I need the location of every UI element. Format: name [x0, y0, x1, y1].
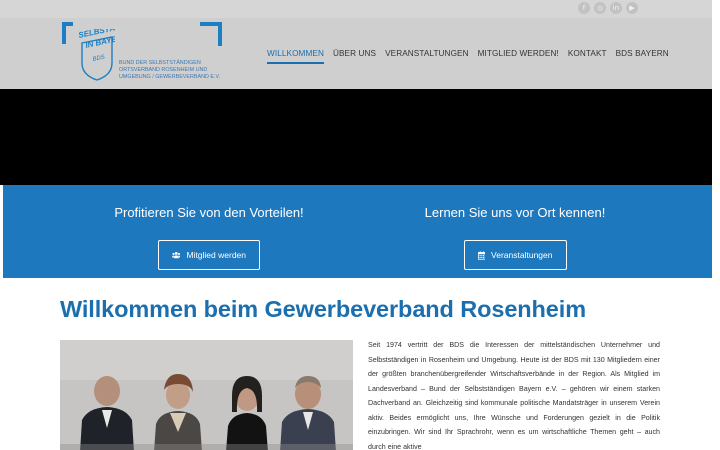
page-title: Willkommen beim Gewerbeverband Rosenheim	[60, 296, 586, 322]
linkedin-icon[interactable]: in	[610, 2, 622, 14]
youtube-icon[interactable]: ▶	[626, 2, 638, 14]
member-button-label: Mitglied werden	[186, 250, 246, 260]
users-icon	[172, 251, 181, 259]
instagram-icon[interactable]: ◎	[594, 2, 606, 14]
nav-item-kontakt[interactable]: KONTAKT	[568, 49, 607, 61]
events-button[interactable]: Veranstaltungen	[463, 240, 567, 270]
team-photo-image	[60, 340, 353, 450]
main-nav: WILLKOMMEN ÜBER UNS VERANSTALTUNGEN MITG…	[267, 49, 669, 64]
logo-bracket-right	[200, 22, 222, 46]
page: f ◎ in ▶ SELBSTÄNDIGE IN BAYERN BDS BUND…	[0, 0, 720, 450]
hero-banner	[0, 89, 712, 185]
site-logo[interactable]: SELBSTÄNDIGE IN BAYERN BDS BUND DER SELB…	[62, 22, 222, 86]
logo-subtitle: BUND DER SELBSTSTÄNDIGEN ORTSVERBAND ROS…	[119, 60, 221, 80]
cta-events-heading: Lernen Sie uns vor Ort kennen!	[424, 205, 606, 220]
nav-item-mitglied-werden[interactable]: MITGLIED WERDEN!	[478, 49, 559, 61]
cta-events: Lernen Sie uns vor Ort kennen! Veranstal…	[362, 205, 668, 270]
site-header: SELBSTÄNDIGE IN BAYERN BDS BUND DER SELB…	[0, 18, 712, 89]
events-button-label: Veranstaltungen	[491, 250, 553, 260]
nav-item-willkommen[interactable]: WILLKOMMEN	[267, 49, 324, 64]
nav-item-veranstaltungen[interactable]: VERANSTALTUNGEN	[385, 49, 469, 61]
member-button[interactable]: Mitglied werden	[158, 240, 260, 270]
nav-item-ueber-uns[interactable]: ÜBER UNS	[333, 49, 376, 61]
cta-band: Profitieren Sie von den Vorteilen! Mitgl…	[3, 185, 712, 278]
facebook-icon[interactable]: f	[578, 2, 590, 14]
intro-text: Seit 1974 vertritt der BDS die Interesse…	[368, 341, 660, 450]
logo-badge: BDS	[92, 55, 105, 63]
logo-bracket-left	[62, 22, 73, 44]
calendar-icon	[477, 250, 486, 260]
top-bar: f ◎ in ▶	[0, 0, 712, 18]
nav-item-bds-bayern[interactable]: BDS BAYERN	[616, 49, 669, 61]
team-photo	[60, 340, 353, 450]
cta-member-heading: Profitieren Sie von den Vorteilen!	[114, 205, 304, 220]
cta-member: Profitieren Sie von den Vorteilen! Mitgl…	[56, 205, 362, 270]
social-links: f ◎ in ▶	[578, 2, 638, 14]
logo-crest-icon: SELBSTÄNDIGE IN BAYERN BDS	[79, 29, 115, 81]
